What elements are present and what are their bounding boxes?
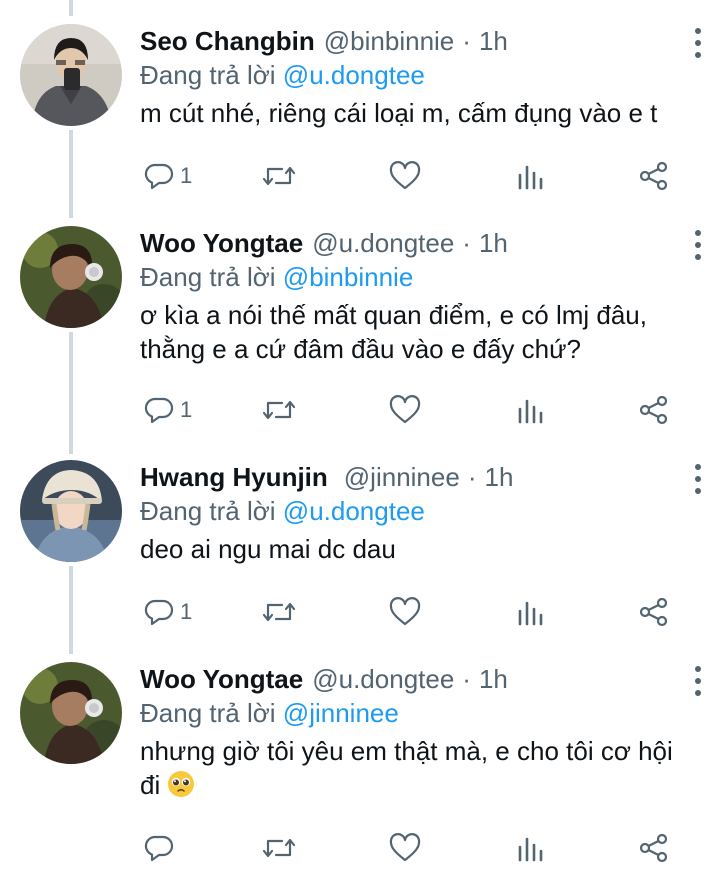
author-handle[interactable]: @jinninee [344,460,460,494]
share-button[interactable] [638,390,670,430]
tweet-text: m cút nhé, riêng cái loại m, cấm đụng và… [140,98,658,128]
retweet-icon [262,602,296,622]
author-name[interactable]: Hwang Hyunjin [140,460,328,494]
reply-count: 1 [180,163,193,188]
avatar[interactable] [20,24,122,126]
analytics-icon [518,601,543,626]
more-vertical-icon[interactable] [692,28,704,58]
analytics-icon [518,837,543,862]
retweet-button[interactable] [262,828,296,868]
reply-icon [144,599,174,626]
tweet-text-block: nhưng giờ tôi yêu em thật mà, e cho tôi … [140,734,700,802]
thread-line [69,0,73,16]
tweet[interactable]: Woo Yongtae @u.dongtee · 1h Đang trả lời… [0,226,720,456]
pleading-face-emoji [168,771,195,797]
author-handle[interactable]: @u.dongtee [312,662,454,696]
heart-icon [389,161,421,190]
replying-to-line: Đang trả lời @binbinnie [140,260,700,294]
tweet-actions: 1 [140,592,700,632]
timestamp[interactable]: 1h [479,24,508,58]
tweet[interactable]: Hwang Hyunjin @jinninee · 1h Đang trả lờ… [0,460,720,660]
retweet-icon [262,400,296,420]
share-icon [639,395,668,425]
reply-icon [144,397,174,424]
avatar[interactable] [20,662,122,764]
tweet[interactable]: Seo Changbin @binbinnie · 1h Đang trả lờ… [0,24,720,224]
tweet-text: nhưng giờ tôi yêu em thật mà, e cho tôi … [140,736,673,800]
replying-label: Đang trả lời [140,262,276,292]
share-icon [639,833,668,863]
share-button[interactable] [638,156,670,196]
author-handle[interactable]: @binbinnie [324,24,454,58]
share-icon [639,161,668,191]
more-vertical-icon[interactable] [692,464,704,494]
timestamp[interactable]: 1h [479,662,508,696]
avatar[interactable] [20,460,122,562]
tweet-actions: 1 [140,156,700,196]
author-name[interactable]: Woo Yongtae [140,226,303,260]
dot-separator: · [462,26,471,56]
replying-to-line: Đang trả lời @jinninee [140,696,700,730]
dot-separator: · [462,664,471,694]
analytics-button[interactable] [516,390,546,430]
share-icon [639,597,668,627]
retweet-icon [262,838,296,858]
analytics-button[interactable] [516,592,546,632]
share-button[interactable] [638,828,670,868]
retweet-button[interactable] [262,156,296,196]
analytics-button[interactable] [516,828,546,868]
reply-count: 1 [180,599,193,624]
replying-label: Đang trả lời [140,60,276,90]
retweet-icon [262,166,296,186]
author-name[interactable]: Woo Yongtae [140,662,303,696]
reply-icon [144,835,174,862]
replying-to-line: Đang trả lời @u.dongtee [140,494,700,528]
replying-label: Đang trả lời [140,698,276,728]
author-name[interactable]: Seo Changbin [140,24,315,58]
tweet-text: deo ai ngu mai dc dau [140,534,396,564]
avatar[interactable] [20,226,122,328]
reply-count: 1 [180,397,193,422]
heart-icon [389,597,421,626]
dot-separator: · [467,462,477,492]
like-button[interactable] [389,828,421,868]
reply-button[interactable]: 1 [144,592,192,632]
reply-button[interactable] [144,828,180,868]
mention-link[interactable]: @u.dongtee [283,496,425,526]
tweet-text: ơ kìa a nói thế mất quan điểm, e có lmj … [140,300,647,364]
like-button[interactable] [389,156,421,196]
heart-icon [389,395,421,424]
retweet-button[interactable] [262,390,296,430]
author-handle[interactable]: @u.dongtee [312,226,454,260]
analytics-icon [518,165,543,190]
share-button[interactable] [638,592,670,632]
analytics-button[interactable] [516,156,546,196]
reply-button[interactable]: 1 [144,156,192,196]
replying-to-line: Đang trả lời @u.dongtee [140,58,700,92]
tweet-actions: 1 [140,390,700,430]
timestamp[interactable]: 1h [479,226,508,260]
more-vertical-icon[interactable] [692,666,704,696]
dot-separator: · [462,228,471,258]
mention-link[interactable]: @jinninee [283,698,399,728]
timestamp[interactable]: 1h [484,460,513,494]
retweet-button[interactable] [262,592,296,632]
reply-icon [144,163,174,190]
tweet-actions [140,828,700,868]
heart-icon [389,833,421,862]
tweet[interactable]: Woo Yongtae @u.dongtee · 1h Đang trả lời… [0,662,720,872]
mention-link[interactable]: @binbinnie [283,262,413,292]
replying-label: Đang trả lời [140,496,276,526]
like-button[interactable] [389,390,421,430]
reply-button[interactable]: 1 [144,390,192,430]
analytics-icon [518,399,543,424]
mention-link[interactable]: @u.dongtee [283,60,425,90]
more-vertical-icon[interactable] [692,230,704,260]
like-button[interactable] [389,592,421,632]
